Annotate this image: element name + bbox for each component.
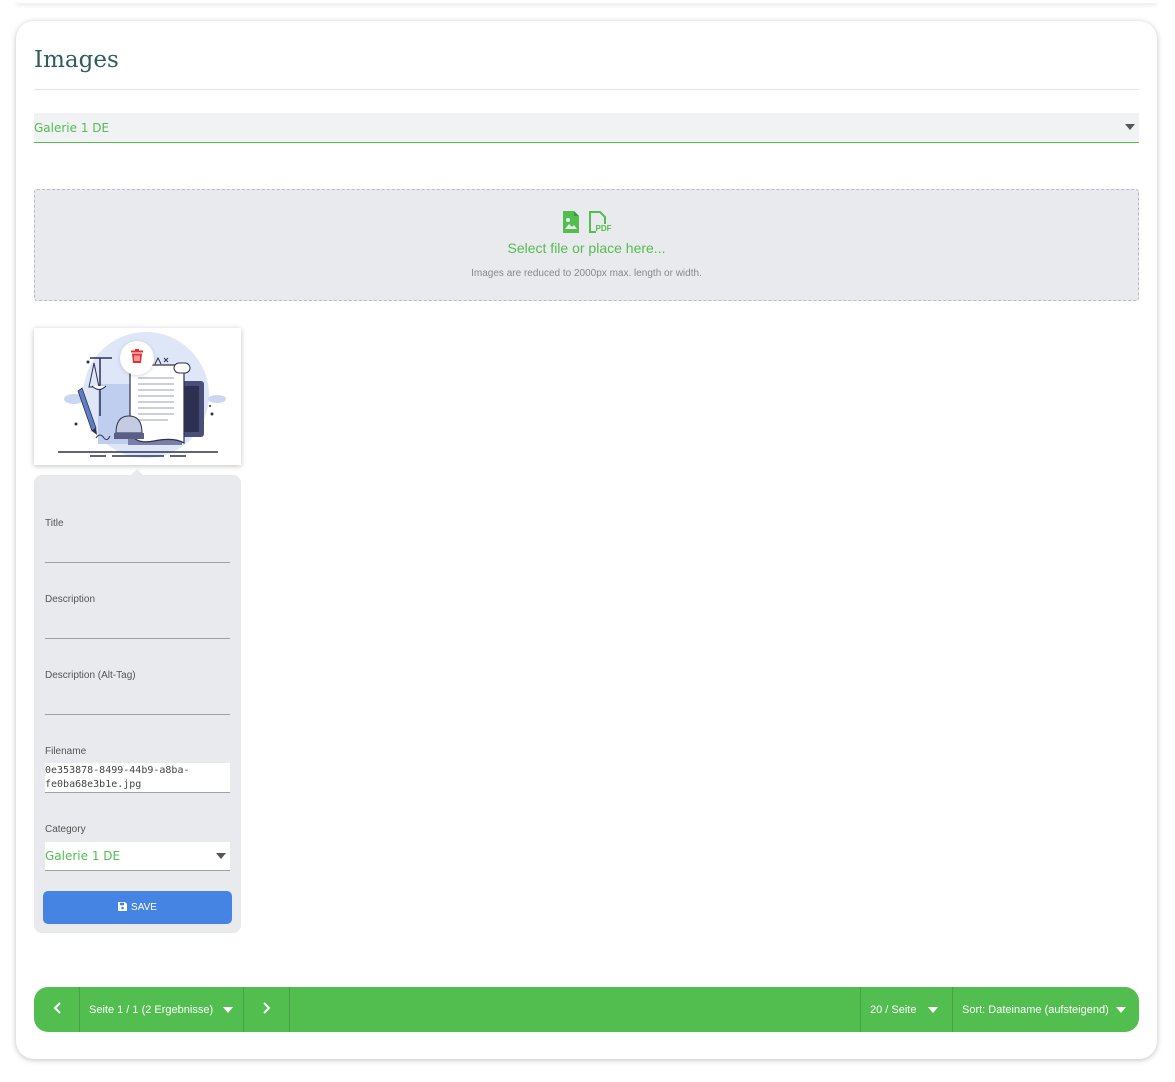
chevron-down-icon xyxy=(1125,124,1135,130)
filename-label: Filename xyxy=(45,746,87,757)
chevron-left-icon xyxy=(52,1002,62,1017)
alt-tag-input-underline xyxy=(45,714,230,715)
page-select[interactable]: Seite 1 / 1 (2 Ergebnisse) xyxy=(80,987,243,1032)
alt-tag-label: Description (Alt-Tag) xyxy=(45,670,136,681)
delete-image-button[interactable] xyxy=(120,341,154,375)
title-label: Title xyxy=(45,518,64,529)
per-page-value: 20 / Seite xyxy=(870,1003,917,1016)
chevron-down-icon xyxy=(1116,1007,1126,1013)
floppy-disk-icon xyxy=(118,901,128,914)
top-strip xyxy=(16,0,1157,3)
dropzone-text: Select file or place here... xyxy=(507,240,666,256)
sort-value: Sort: Dateiname (aufsteigend) xyxy=(962,1003,1109,1016)
page-title: Images xyxy=(34,47,119,73)
file-pdf-icon: PDF xyxy=(588,210,612,239)
category-select[interactable]: Galerie 1 DE xyxy=(45,842,230,871)
title-input-underline xyxy=(45,562,230,563)
per-page-select[interactable]: 20 / Seite xyxy=(861,987,952,1032)
category-label: Category xyxy=(45,824,86,835)
prev-page-button[interactable] xyxy=(34,987,79,1032)
description-input[interactable] xyxy=(45,609,230,637)
save-button-label: SAVE xyxy=(131,902,157,913)
pager-divider xyxy=(289,987,290,1032)
page-info: Seite 1 / 1 (2 Ergebnisse) xyxy=(89,1003,214,1016)
pagination-bar: Seite 1 / 1 (2 Ergebnisse) 20 / Seite So… xyxy=(34,987,1139,1032)
title-input[interactable] xyxy=(45,533,230,561)
alt-tag-input[interactable] xyxy=(45,685,230,713)
file-image-icon xyxy=(562,210,580,239)
image-thumbnail[interactable] xyxy=(34,328,241,465)
sort-select[interactable]: Sort: Dateiname (aufsteigend) xyxy=(953,987,1139,1032)
trash-icon xyxy=(131,348,143,368)
image-details-form: Title Description Description (Alt-Tag) … xyxy=(34,469,241,933)
file-dropzone[interactable]: PDF Select file or place here... Images … xyxy=(34,189,1139,301)
chevron-down-icon xyxy=(928,1007,938,1013)
description-label: Description xyxy=(45,594,96,605)
dropzone-icons: PDF xyxy=(35,210,1138,239)
description-input-underline xyxy=(45,638,230,639)
dropzone-note: Images are reduced to 2000px max. length… xyxy=(471,268,702,279)
pdf-badge: PDF xyxy=(595,224,612,233)
gallery-select[interactable]: Galerie 1 DE xyxy=(34,113,1139,143)
next-page-button[interactable] xyxy=(244,987,289,1032)
chevron-down-icon xyxy=(216,853,226,859)
filename-field[interactable]: 0e353878-8499-44b9-a8ba-fe0ba68e3b1e.jpg xyxy=(45,763,230,793)
chevron-right-icon xyxy=(262,1002,272,1017)
chevron-down-icon xyxy=(223,1007,233,1013)
category-select-value: Galerie 1 DE xyxy=(45,849,121,863)
title-divider xyxy=(34,89,1139,90)
save-button[interactable]: SAVE xyxy=(43,891,232,924)
images-card: Images Galerie 1 DE PDF Select file or p… xyxy=(16,21,1157,1059)
gallery-select-value: Galerie 1 DE xyxy=(34,120,110,135)
